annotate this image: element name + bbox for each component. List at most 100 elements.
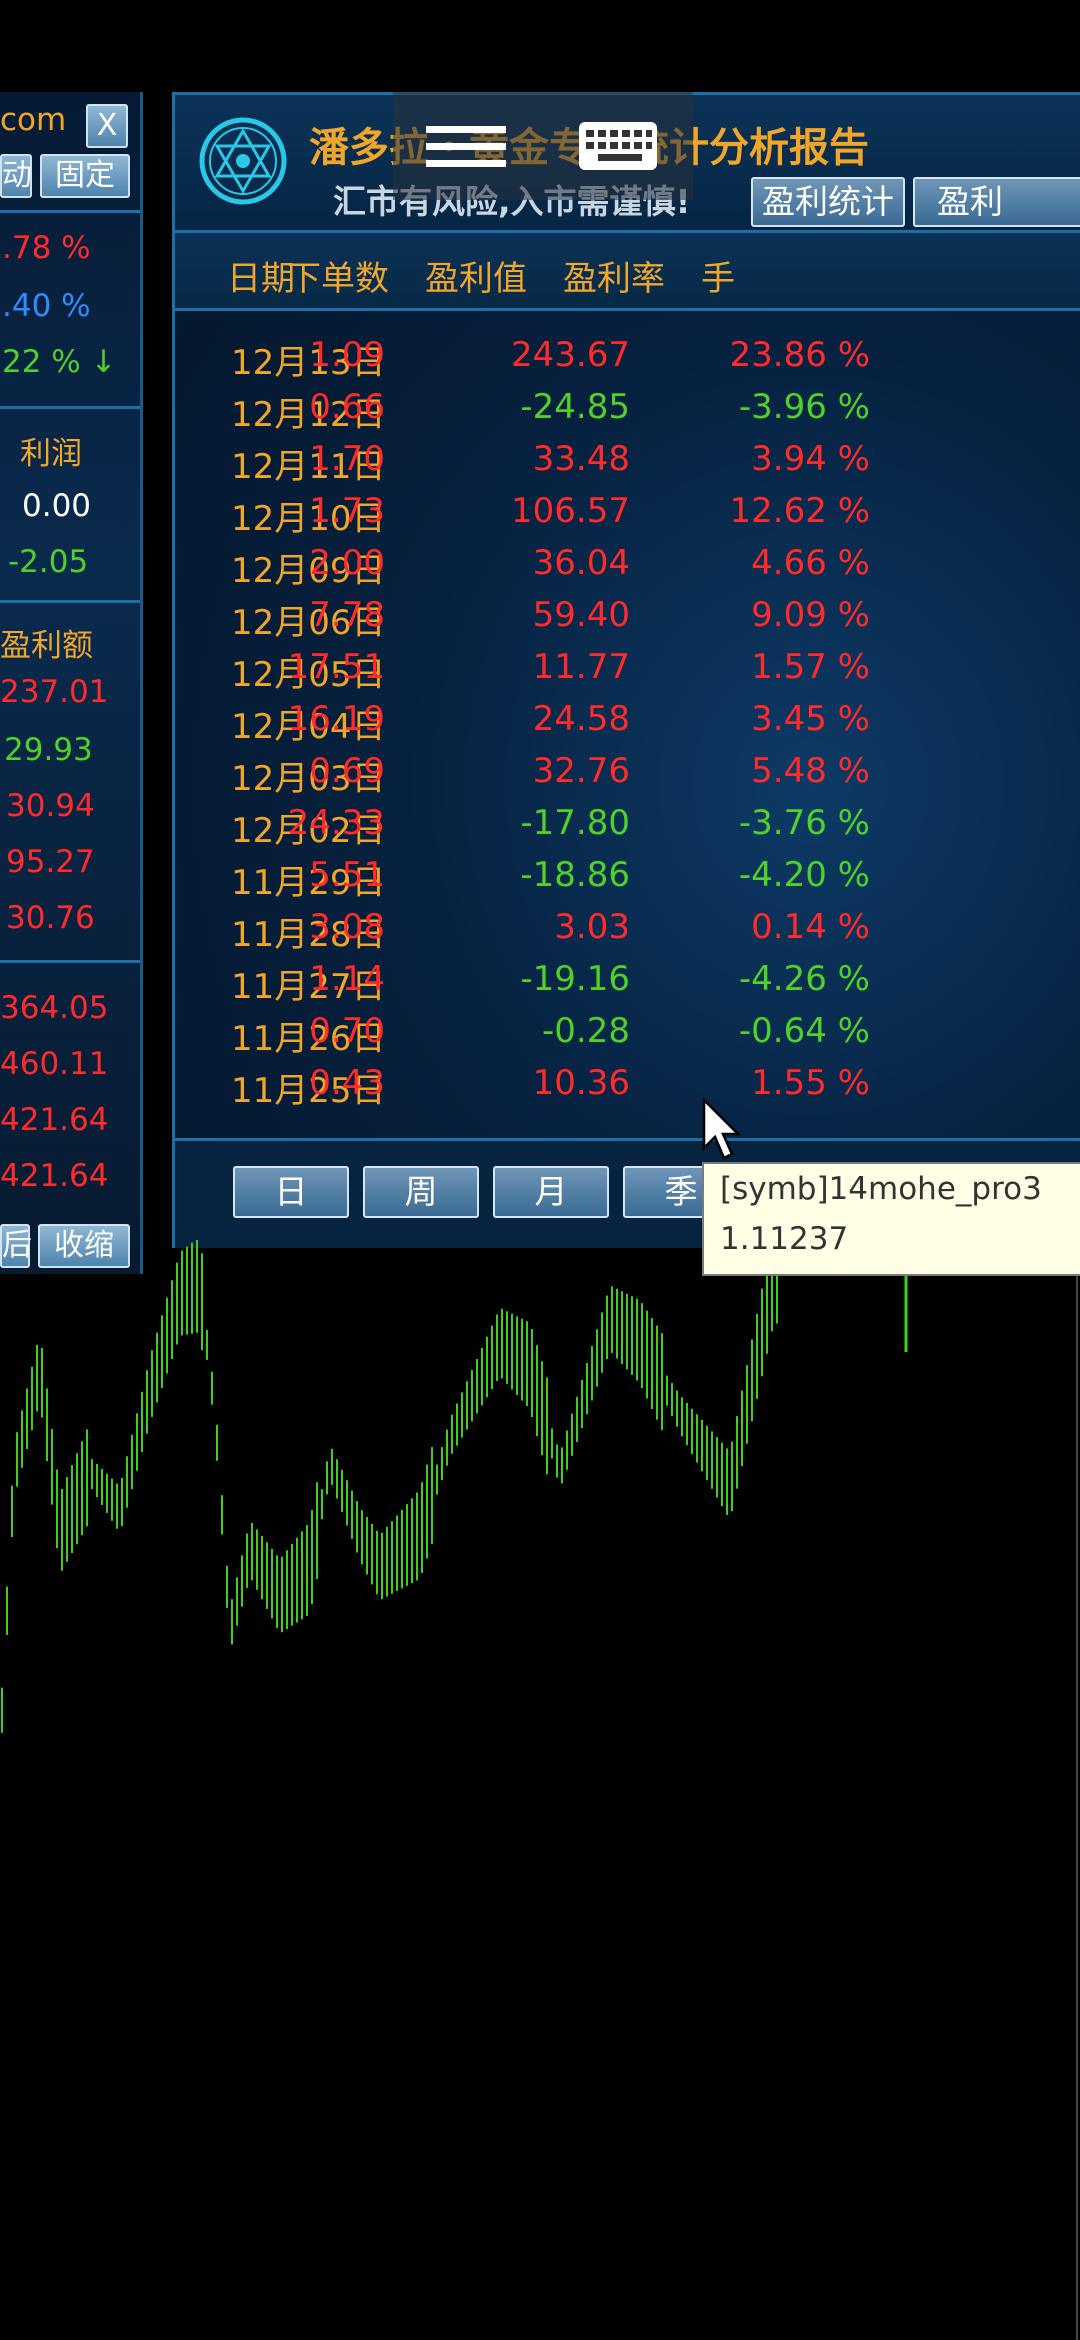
total-4: 421.64 <box>0 1158 109 1194</box>
row-orders: 3.08 <box>309 907 385 947</box>
row-profit: 36.04 <box>532 543 630 583</box>
row-rate: 3.94 % <box>751 439 870 479</box>
column-profit: 盈利值 <box>425 259 527 299</box>
amount-4: 95.27 <box>6 844 95 880</box>
divider <box>0 600 140 603</box>
profit-stats-button[interactable]: 盈利统计 <box>751 177 905 227</box>
table-row: 12月04日 16.19 24.58 3.45 % <box>175 699 1080 751</box>
divider <box>0 406 140 409</box>
table-row: 12月10日 1.73 106.57 12.62 % <box>175 491 1080 543</box>
row-profit: 59.40 <box>532 595 630 635</box>
row-profit: 11.77 <box>532 647 630 687</box>
row-profit: -17.80 <box>520 803 630 843</box>
left-stats-panel: com X 动 固定 .78 % .40 % 22 % ↓ 利润 0.00 -2… <box>0 92 143 1274</box>
table-row: 12月03日 0.69 32.76 5.48 % <box>175 751 1080 803</box>
table-row: 12月09日 2.00 36.04 4.66 % <box>175 543 1080 595</box>
row-profit: 3.03 <box>554 907 630 947</box>
profit-value-2: -2.05 <box>8 544 89 580</box>
total-3: 421.64 <box>0 1102 109 1138</box>
row-rate: -4.26 % <box>738 959 870 999</box>
row-profit: 32.76 <box>532 751 630 791</box>
row-orders: 7.78 <box>309 595 385 635</box>
row-orders: 1.73 <box>309 491 385 531</box>
row-orders: 16.19 <box>287 699 385 739</box>
table-row: 12月06日 7.78 59.40 9.09 % <box>175 595 1080 647</box>
row-rate: -4.20 % <box>738 855 870 895</box>
table-row: 11月28日 3.08 3.03 0.14 % <box>175 907 1080 959</box>
period-month-button[interactable]: 月 <box>493 1166 609 1218</box>
total-2: 460.11 <box>0 1046 109 1082</box>
profit-header: 利润 <box>20 436 82 472</box>
left-panel-title: com <box>0 102 67 138</box>
row-rate: -3.76 % <box>738 803 870 843</box>
row-orders: 0.43 <box>309 1063 385 1103</box>
keyboard-control[interactable] <box>553 92 693 200</box>
amount-header: 盈利额 <box>0 628 93 664</box>
table-row: 12月12日 0.66 -24.85 -3.96 % <box>175 387 1080 439</box>
column-date: 日期 <box>227 259 295 299</box>
row-orders: 1.70 <box>309 439 385 479</box>
table-row: 12月05日 17.51 11.77 1.57 % <box>175 647 1080 699</box>
row-profit: 106.57 <box>511 491 630 531</box>
period-day-button[interactable]: 日 <box>233 1166 349 1218</box>
table-row: 12月13日 1.09 243.67 23.86 % <box>175 335 1080 387</box>
left-button-1[interactable]: 动 <box>0 154 32 198</box>
chart-tooltip: [symb]14mohe_pro3 1.11237 <box>702 1162 1080 1276</box>
row-rate: 3.45 % <box>751 699 870 739</box>
row-orders: 2.00 <box>309 543 385 583</box>
divider <box>0 960 140 963</box>
row-orders: 0.69 <box>309 751 385 791</box>
column-orders: 下单数 <box>287 259 389 299</box>
close-button[interactable]: X <box>86 104 128 148</box>
row-profit: 24.58 <box>532 699 630 739</box>
table-row: 12月11日 1.70 33.48 3.94 % <box>175 439 1080 491</box>
row-rate: 9.09 % <box>751 595 870 635</box>
row-rate: 4.66 % <box>751 543 870 583</box>
table-row: 11月27日 1.14 -19.16 -4.26 % <box>175 959 1080 1011</box>
row-rate: -3.96 % <box>738 387 870 427</box>
row-rate: 12.62 % <box>729 491 870 531</box>
divider <box>0 210 140 213</box>
period-week-button[interactable]: 周 <box>363 1166 479 1218</box>
table-row: 11月29日 5.51 -18.86 -4.20 % <box>175 855 1080 907</box>
row-profit: -18.86 <box>520 855 630 895</box>
row-rate: 1.57 % <box>751 647 870 687</box>
row-profit: 33.48 <box>532 439 630 479</box>
pandora-logo-icon <box>199 117 287 205</box>
row-orders: 0.70 <box>309 1011 385 1051</box>
table-row: 11月26日 0.70 -0.28 -0.64 % <box>175 1011 1080 1063</box>
menu-control[interactable] <box>393 92 553 200</box>
profit-report-panel: 潘多拉・黄金专业统计分析报告 汇市有风险,入市需谨慎! 盈利统计 盈利 日期 下… <box>172 92 1080 1248</box>
percent-2: .40 % <box>2 288 91 324</box>
percent-1: .78 % <box>2 230 91 266</box>
hamburger-menu-icon <box>426 126 506 167</box>
table-row: 11月25日 0.43 10.36 1.55 % <box>175 1063 1080 1115</box>
row-orders: 5.51 <box>309 855 385 895</box>
row-rate: 5.48 % <box>751 751 870 791</box>
amount-3: 30.94 <box>6 788 95 824</box>
row-profit: -24.85 <box>520 387 630 427</box>
row-orders: 1.09 <box>309 335 385 375</box>
keyboard-icon <box>579 122 657 170</box>
row-rate: -0.64 % <box>738 1011 870 1051</box>
column-lots: 手 <box>701 259 735 299</box>
price-chart[interactable] <box>0 1240 1080 2340</box>
row-orders: 0.66 <box>309 387 385 427</box>
column-rate: 盈利率 <box>563 259 665 299</box>
profit-value-1: 0.00 <box>22 488 92 524</box>
row-orders: 24.33 <box>287 803 385 843</box>
row-rate: 1.55 % <box>751 1063 870 1103</box>
amount-2: 29.93 <box>4 732 93 768</box>
profit-tab-button[interactable]: 盈利 <box>913 177 1080 227</box>
table-row: 12月02日 24.33 -17.80 -3.76 % <box>175 803 1080 855</box>
percent-3: 22 % ↓ <box>2 344 117 380</box>
row-orders: 1.14 <box>309 959 385 999</box>
row-rate: 23.86 % <box>729 335 870 375</box>
row-profit: 10.36 <box>532 1063 630 1103</box>
row-rate: 0.14 % <box>751 907 870 947</box>
tooltip-value: 1.11237 <box>720 1221 849 1257</box>
row-profit: -19.16 <box>520 959 630 999</box>
mouse-cursor-icon <box>702 1098 742 1160</box>
amount-1: 237.01 <box>0 674 109 710</box>
pin-button[interactable]: 固定 <box>40 154 130 198</box>
